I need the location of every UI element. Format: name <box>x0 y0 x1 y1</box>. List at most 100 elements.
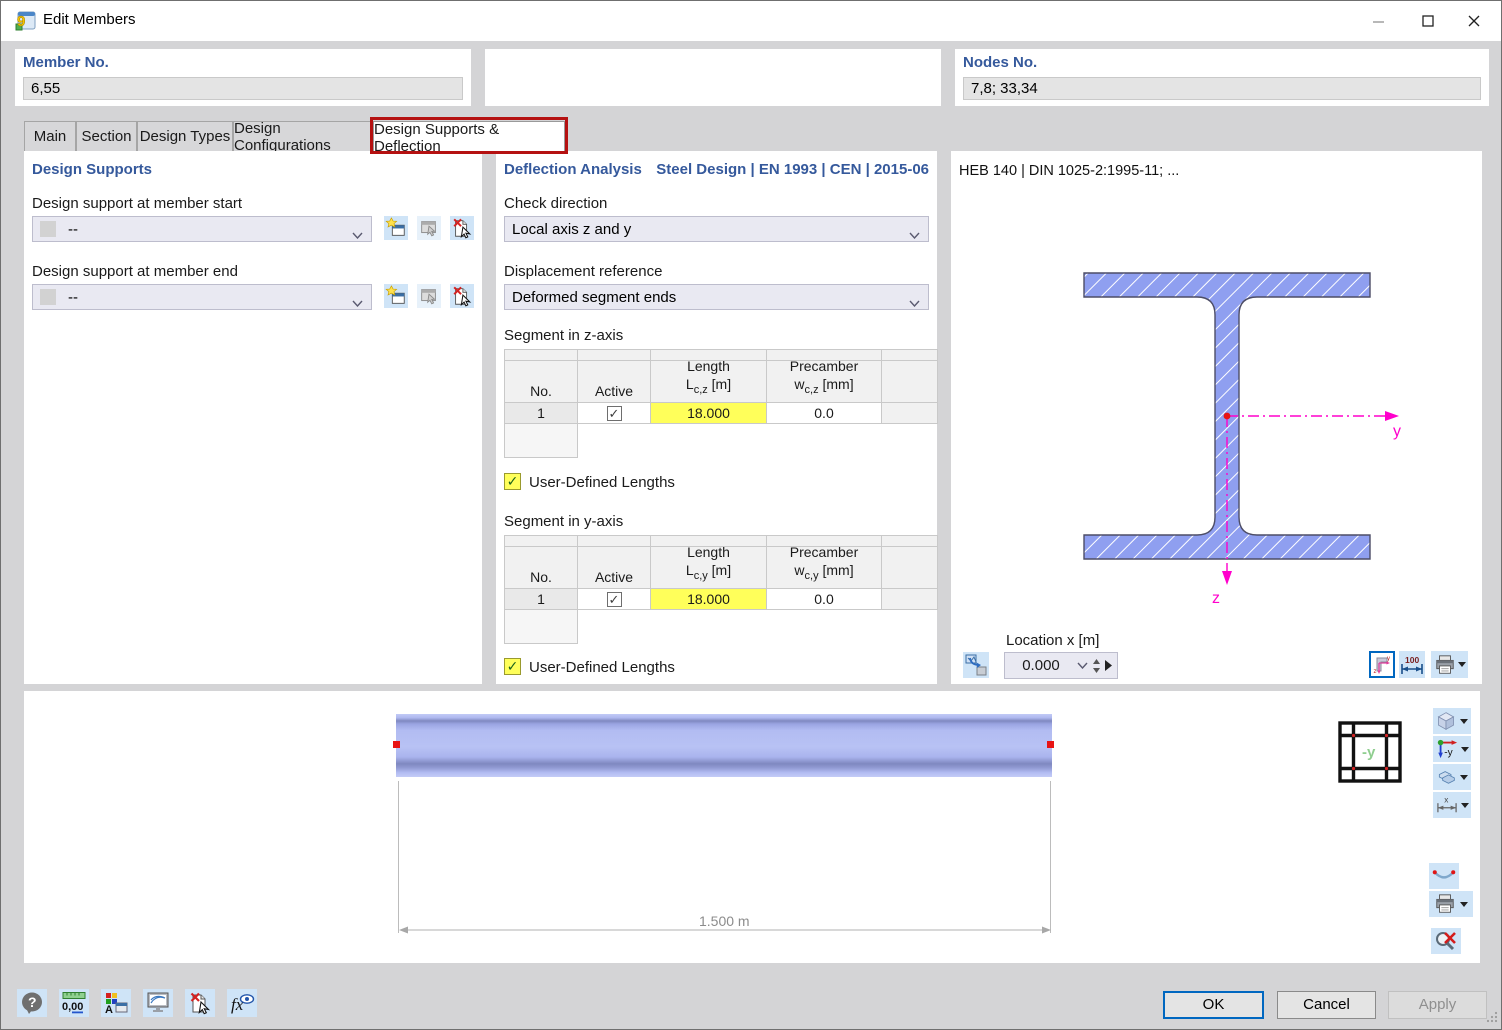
deflection-title: Deflection Analysis <box>504 161 642 178</box>
app-icon: 9 <box>14 10 36 32</box>
svg-text:A: A <box>105 1004 113 1015</box>
view-direction-button[interactable]: -y <box>1433 736 1471 762</box>
section-axes-icon: yz <box>1372 655 1392 675</box>
location-x-value[interactable]: 0.000 <box>1005 657 1077 674</box>
support-color-swatch <box>40 289 56 305</box>
delete-design-support-button[interactable] <box>450 216 474 240</box>
cross-section-drawing: y z <box>1079 263 1411 613</box>
chevron-down-icon <box>909 294 920 311</box>
swap-view-icon <box>964 653 988 677</box>
ok-button[interactable]: OK <box>1163 991 1264 1019</box>
delete-document-icon <box>188 991 212 1015</box>
dimension-display-button[interactable]: x <box>1433 792 1471 818</box>
rendering-settings-button[interactable] <box>143 989 173 1017</box>
help-button[interactable]: ? <box>17 989 47 1017</box>
row-extra-cell <box>882 589 938 610</box>
svg-text:0,00: 0,00 <box>62 1001 83 1013</box>
support-start-dropdown[interactable]: -- <box>32 216 372 242</box>
new-design-support-button[interactable] <box>384 284 408 308</box>
tab-design-supports-deflection[interactable]: Design Supports & Deflection <box>373 121 565 154</box>
maximize-button[interactable] <box>1405 1 1451 41</box>
print-viewport-button[interactable] <box>1429 891 1473 917</box>
tab-design-types[interactable]: Design Types <box>137 121 233 151</box>
window-title: Edit Members <box>43 11 136 28</box>
support-end-value: -- <box>68 289 78 306</box>
cancel-button[interactable]: Cancel <box>1277 991 1376 1019</box>
x-dimension-icon: x <box>1435 795 1459 815</box>
help-icon: ? <box>19 991 45 1015</box>
svg-text:?: ? <box>28 994 37 1010</box>
display-mode-button[interactable] <box>1433 764 1471 790</box>
row-active-cell[interactable]: ✓ <box>578 403 651 424</box>
user-defined-lengths-checkbox[interactable]: ✓ <box>504 473 521 490</box>
user-defined-lengths-checkbox[interactable]: ✓ <box>504 658 521 675</box>
deflection-analysis-panel: Deflection Analysis Steel Design | EN 19… <box>496 151 937 684</box>
show-section-axes-button[interactable]: yz <box>1369 651 1395 678</box>
location-x-spinner[interactable]: 0.000 <box>1004 652 1118 679</box>
check-direction-dropdown[interactable]: Local axis z and y <box>504 216 929 242</box>
display-properties-button[interactable]: A <box>101 989 131 1017</box>
check-direction-value: Local axis z and y <box>512 221 631 238</box>
end-node-marker[interactable] <box>1047 741 1054 748</box>
show-dimensions-button[interactable]: 100 <box>1399 651 1425 678</box>
active-checkbox[interactable]: ✓ <box>607 406 622 421</box>
support-end-dropdown[interactable]: -- <box>32 284 372 310</box>
resize-grip[interactable] <box>1486 1011 1498 1023</box>
x-dim-label: x <box>1444 795 1448 804</box>
units-settings-button[interactable]: 0,00 <box>59 989 89 1017</box>
precamber-cell[interactable]: 0.0 <box>767 403 882 424</box>
design-supports-title: Design Supports <box>32 161 152 178</box>
close-button[interactable] <box>1451 1 1497 41</box>
reset-zoom-button[interactable] <box>1431 928 1461 954</box>
displacement-reference-dropdown[interactable]: Deformed segment ends <box>504 284 929 310</box>
dimensions-100-icon: 100 <box>1400 654 1424 676</box>
play-arrow-icon <box>1104 660 1113 671</box>
show-deflection-button[interactable] <box>1429 863 1459 889</box>
start-node-marker[interactable] <box>393 741 400 748</box>
edit-design-support-button[interactable] <box>417 284 441 308</box>
formula-view-button[interactable]: fx <box>227 989 257 1017</box>
length-cell[interactable]: 18.000 <box>651 589 767 610</box>
tab-main[interactable]: Main <box>24 121 76 151</box>
member-no-input[interactable]: 6,55 <box>23 77 463 100</box>
support-start-value: -- <box>68 221 78 238</box>
col-precamber: Precamber wc,z [mm] <box>767 361 882 403</box>
tab-design-configurations[interactable]: Design Configurations <box>233 121 373 151</box>
new-design-support-button[interactable] <box>384 216 408 240</box>
table-header-row: No. Active Length Lc,y [m] Precamber wc,… <box>505 547 938 589</box>
display-properties-icon: A <box>103 991 129 1015</box>
chevron-down-icon <box>352 294 363 311</box>
new-window-star-icon <box>385 285 407 307</box>
swap-section-view-button[interactable] <box>963 652 989 678</box>
cube-icon <box>1436 711 1456 731</box>
svg-text:z: z <box>1374 669 1377 675</box>
units-icon: 0,00 <box>61 991 87 1015</box>
active-checkbox[interactable]: ✓ <box>607 592 622 607</box>
z-axis-arrow <box>1222 571 1232 585</box>
axis-view-label: -y <box>1444 747 1453 758</box>
nodes-no-input[interactable]: 7,8; 33,34 <box>963 77 1481 100</box>
minimize-button[interactable] <box>1355 1 1401 41</box>
col-no: No. <box>505 361 578 403</box>
edit-design-support-button[interactable] <box>417 216 441 240</box>
centroid-dot <box>1224 413 1231 420</box>
view-3d-button[interactable] <box>1433 708 1471 734</box>
axis-view-icon: -y <box>1435 738 1459 760</box>
titlebar[interactable]: 9 Edit Members <box>1 1 1501 41</box>
view-cube[interactable]: -y <box>1338 721 1402 783</box>
delete-settings-button[interactable] <box>185 989 215 1017</box>
length-cell[interactable]: 18.000 <box>651 403 767 424</box>
row-active-cell[interactable]: ✓ <box>578 589 651 610</box>
print-section-button[interactable] <box>1431 651 1468 678</box>
delete-design-support-button[interactable] <box>450 284 474 308</box>
zoom-reset-icon <box>1434 929 1458 953</box>
delete-document-icon <box>451 285 473 307</box>
svg-text:100: 100 <box>1405 655 1419 665</box>
y-axis-arrow <box>1385 411 1399 421</box>
precamber-cell[interactable]: 0.0 <box>767 589 882 610</box>
apply-button[interactable]: Apply <box>1388 991 1487 1019</box>
tab-section[interactable]: Section <box>76 121 137 151</box>
col-length: Length Lc,y [m] <box>651 547 767 589</box>
row-no: 1 <box>505 589 578 610</box>
new-window-star-icon <box>385 217 407 239</box>
